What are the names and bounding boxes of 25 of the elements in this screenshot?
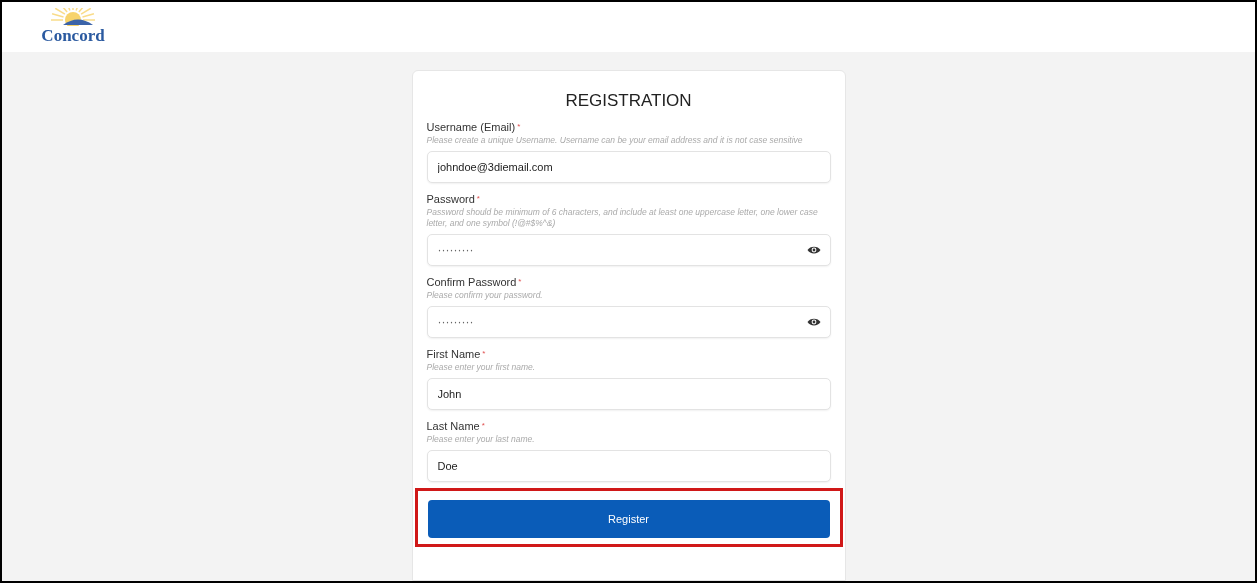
- field-hint: Please confirm your password.: [426, 290, 544, 301]
- input-field[interactable]: John: [426, 378, 831, 410]
- input-field[interactable]: Doe: [426, 450, 831, 482]
- required-mark: *: [476, 193, 480, 205]
- field-label: Username (Email): [426, 120, 516, 134]
- register-button[interactable]: Register: [427, 500, 830, 538]
- field-label: Password: [426, 192, 475, 206]
- field-hint: Please enter your last name.: [426, 434, 536, 445]
- logo[interactable]: Concord: [35, 8, 111, 46]
- field-hint: Please create a unique Username. Username can be your email address and it is not case sensitive: [426, 135, 804, 146]
- eye-icon[interactable]: [806, 317, 821, 327]
- password-field[interactable]: ·········: [426, 234, 831, 266]
- required-mark: *: [481, 420, 485, 432]
- field-hint: Password should be minimum of 6 characters, and include at least one uppercase letter, one lower case letter, and one symbol (!@#$%^&): [426, 207, 819, 229]
- required-mark: *: [517, 121, 521, 133]
- field-hint: Please enter your first name.: [426, 362, 537, 373]
- input-field[interactable]: johndoe@3diemail.com: [426, 151, 831, 183]
- field-label: Last Name: [426, 419, 480, 433]
- password-field[interactable]: ·········: [426, 306, 831, 338]
- required-mark: *: [518, 276, 522, 288]
- eye-icon[interactable]: [806, 245, 821, 255]
- field-label: Confirm Password: [426, 275, 517, 289]
- form-title: REGISTRATION: [564, 91, 693, 111]
- required-mark: *: [482, 348, 486, 360]
- field-label: First Name: [426, 347, 481, 361]
